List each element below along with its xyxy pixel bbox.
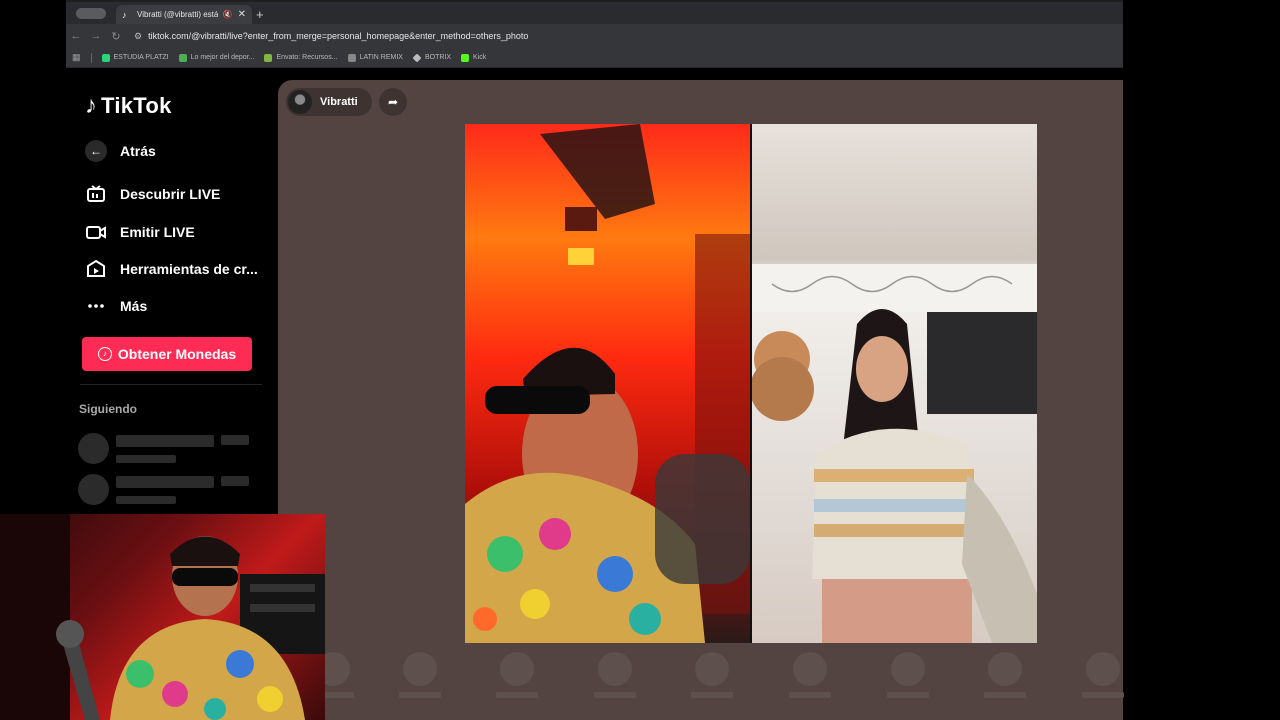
bookmark-item[interactable]: ESTUDIA PLATZI [101, 53, 169, 62]
get-coins-label: Obtener Monedas [117, 346, 237, 362]
recommended-skeleton [496, 652, 538, 698]
address-bar: ← → ↻ ⚙ tiktok.com/@vibratti/live?enter_… [66, 24, 1123, 48]
live-stream-video-host[interactable] [465, 124, 750, 643]
live-stream-video-guest[interactable] [752, 124, 1037, 643]
skeleton-circle [988, 652, 1022, 686]
bookmark-item[interactable]: Envato: Recursos... [264, 53, 338, 62]
tiktok-favicon-icon: ♪ [122, 9, 127, 20]
skeleton-bar [221, 435, 249, 445]
bookmark-item[interactable]: BOTRIX [412, 52, 451, 63]
bookmarks-separator [90, 52, 92, 63]
skeleton-bar [496, 692, 538, 698]
recommended-skeleton [594, 652, 636, 698]
nav-label: Más [120, 298, 148, 314]
skeleton-bar [221, 476, 249, 486]
tab-bar: ♪ Vibratti (@vibratti) está L 🔇 ✕ + [66, 2, 1123, 24]
tiktok-note-icon: ♪ [85, 92, 97, 119]
bookmark-icon [461, 53, 470, 62]
bookmark-icon [412, 52, 422, 63]
streamer-webcam-overlay [0, 514, 325, 720]
host-video-frame [465, 124, 750, 643]
site-settings-icon[interactable]: ⚙ [134, 31, 142, 42]
nav-label: Descubrir LIVE [120, 186, 221, 202]
reload-icon[interactable]: ↻ [106, 30, 126, 43]
skeleton-bar [116, 476, 214, 488]
nav-label: Herramientas de cr... [120, 261, 258, 277]
back-button[interactable]: ← Atrás [85, 140, 156, 162]
tab-close-icon[interactable]: ✕ [238, 9, 246, 20]
back-label: Atrás [120, 143, 156, 159]
nav-descubrir-live[interactable]: Descubrir LIVE [86, 184, 220, 204]
skeleton-bar [887, 692, 929, 698]
skeleton-bar [789, 692, 831, 698]
skeleton-circle [793, 652, 827, 686]
bookmark-icon [178, 53, 187, 62]
skeleton-circle [598, 652, 632, 686]
skeleton-avatar [78, 433, 109, 464]
recommended-skeleton [887, 652, 929, 698]
live-room: Vibratti ➦ [278, 80, 1124, 720]
nav-emitir-live[interactable]: Emitir LIVE [86, 222, 195, 242]
recommended-skeleton [691, 652, 733, 698]
browser-tab[interactable]: ♪ Vibratti (@vibratti) está L 🔇 ✕ [116, 5, 252, 24]
nav-label: Emitir LIVE [120, 224, 195, 240]
skeleton-circle [1086, 652, 1120, 686]
skeleton-circle [403, 652, 437, 686]
nav-mas[interactable]: Más [86, 296, 147, 316]
skeleton-circle [695, 652, 729, 686]
bookmark-item[interactable]: Lo mejor del depor... [178, 53, 254, 62]
tiktok-logo[interactable]: ♪ TikTok [85, 92, 172, 120]
bookmark-item[interactable]: Kick [461, 53, 486, 62]
skeleton-bar [691, 692, 733, 698]
skeleton-bar [116, 435, 214, 447]
bookmark-item[interactable]: LATIN REMIX [347, 53, 403, 62]
nav-herramientas[interactable]: Herramientas de cr... [86, 259, 258, 279]
webcam-video-frame [0, 514, 325, 720]
new-tab-button[interactable]: + [256, 7, 264, 22]
video-camera-icon [86, 226, 106, 239]
skeleton-bar [116, 455, 176, 463]
skeleton-bar [984, 692, 1026, 698]
bookmarks-bar: ▦ ESTUDIA PLATZI Lo mejor del depor... E… [66, 48, 1123, 68]
forward-arrow-icon[interactable]: → [86, 30, 106, 42]
host-avatar [288, 90, 312, 114]
host-name: Vibratti [320, 96, 358, 108]
coin-icon: ♪ [97, 347, 112, 361]
share-icon[interactable]: ➦ [379, 88, 407, 116]
guest-video-frame [752, 264, 1037, 643]
recommended-skeleton [1082, 652, 1124, 698]
skeleton-circle [500, 652, 534, 686]
window-controls[interactable] [76, 8, 106, 19]
host-profile-pill[interactable]: Vibratti [286, 88, 372, 116]
bookmark-icon [101, 53, 110, 62]
back-arrow-icon[interactable]: ← [66, 30, 86, 42]
more-dots-icon [88, 304, 104, 308]
get-coins-button[interactable]: ♪ Obtener Monedas [82, 337, 252, 371]
tab-title: Vibratti (@vibratti) está L [137, 10, 218, 19]
logo-text: TikTok [101, 93, 172, 118]
skeleton-bar [116, 496, 176, 504]
url-field[interactable]: ⚙ tiktok.com/@vibratti/live?enter_from_m… [134, 31, 528, 42]
bookmark-icon [264, 53, 273, 62]
creator-tools-icon [87, 259, 105, 277]
mute-tab-icon[interactable]: 🔇 [223, 10, 233, 19]
skeleton-circle [891, 652, 925, 686]
following-heading: Siguiendo [79, 402, 137, 416]
bookmark-icon [347, 53, 356, 62]
recommended-skeleton [984, 652, 1026, 698]
recommended-skeleton [789, 652, 831, 698]
skeleton-bar [399, 692, 441, 698]
sidebar-divider [80, 384, 262, 385]
skeleton-bar [594, 692, 636, 698]
skeleton-bar [1082, 692, 1124, 698]
back-arrow-icon: ← [85, 140, 107, 162]
recommended-skeleton [399, 652, 441, 698]
skeleton-avatar [78, 474, 109, 505]
screen: ♪ Vibratti (@vibratti) está L 🔇 ✕ + ← → … [0, 0, 1280, 720]
apps-grid-icon[interactable]: ▦ [72, 52, 81, 63]
url-text: tiktok.com/@vibratti/live?enter_from_mer… [148, 31, 529, 41]
live-tv-icon [87, 185, 105, 202]
